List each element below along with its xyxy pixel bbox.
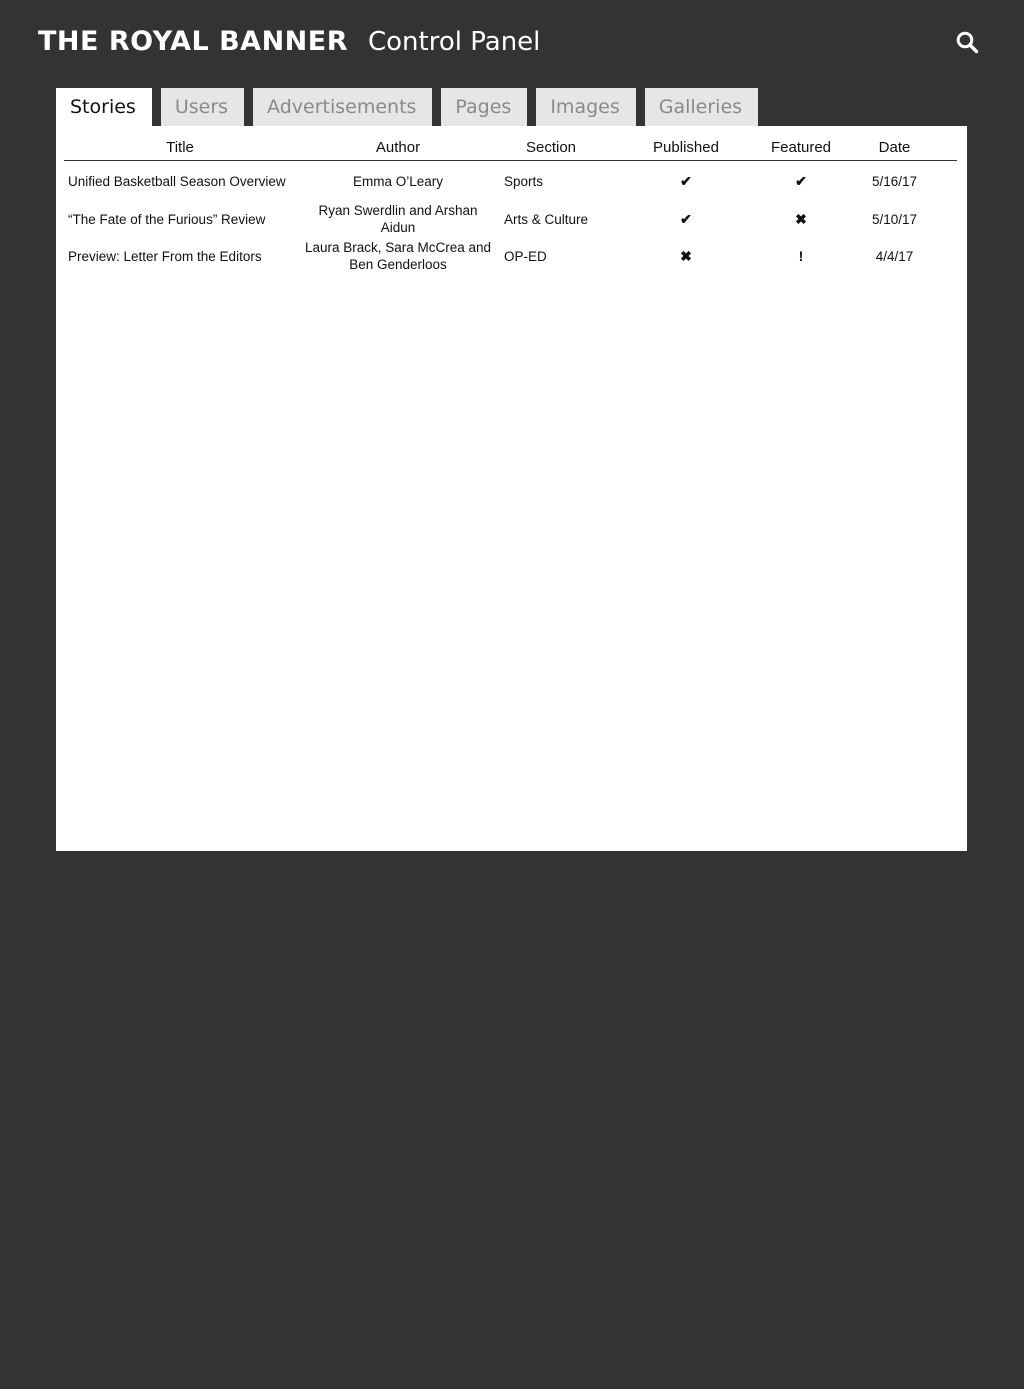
published-cell: ✔ [602,201,770,237]
tab-galleries[interactable]: Galleries [644,88,759,126]
story-date: 5/10/17 [871,211,918,227]
story-author: Laura Brack, Sara McCrea and Ben Genderl… [304,240,492,272]
column-header-featured[interactable]: Featured [770,134,832,161]
table-row[interactable]: Preview: Letter From the Editors Laura B… [64,237,957,275]
story-author: Emma O’Leary [352,173,444,189]
column-header-published[interactable]: Published [602,134,770,161]
story-section: Sports [504,173,544,189]
tab-users[interactable]: Users [160,88,245,126]
tab-bar: Stories Users Advertisements Pages Image… [56,88,767,126]
story-date: 4/4/17 [875,248,914,264]
story-date: 5/16/17 [871,173,918,189]
stories-table: Title Author Section Published Featured … [64,134,957,275]
column-header-author[interactable]: Author [296,134,500,161]
cross-icon[interactable]: ✖ [680,248,692,265]
check-icon[interactable]: ✔ [680,211,692,228]
featured-cell: ✖ [770,201,832,237]
tab-pages[interactable]: Pages [441,88,528,126]
table-header-row: Title Author Section Published Featured … [64,134,957,161]
story-title[interactable]: “The Fate of the Furious” Review [64,201,296,237]
page-title: Control Panel [368,27,541,57]
published-cell: ✔ [602,161,770,202]
featured-cell: ! [770,237,832,275]
exclamation-icon[interactable]: ! [799,248,804,265]
check-icon[interactable]: ✔ [795,173,807,190]
published-cell: ✖ [602,237,770,275]
story-section: OP-ED [504,248,547,264]
column-header-title[interactable]: Title [64,134,296,161]
search-icon[interactable] [955,30,979,54]
tab-advertisements[interactable]: Advertisements [253,88,433,126]
column-header-date[interactable]: Date [832,134,957,161]
tab-stories[interactable]: Stories [56,88,152,126]
tab-images[interactable]: Images [536,88,636,126]
top-bar: THE ROYAL BANNER Control Panel [0,0,1024,86]
table-row[interactable]: Unified Basketball Season Overview Emma … [64,161,957,202]
column-header-section[interactable]: Section [500,134,602,161]
check-icon[interactable]: ✔ [680,173,692,190]
story-author: Ryan Swerdlin and Arshan Aidun [318,203,478,235]
cross-icon[interactable]: ✖ [795,211,807,228]
table-row[interactable]: “The Fate of the Furious” Review Ryan Sw… [64,201,957,237]
story-title[interactable]: Preview: Letter From the Editors [64,237,296,275]
stories-panel: Title Author Section Published Featured … [56,126,967,851]
story-title[interactable]: Unified Basketball Season Overview [64,161,296,202]
featured-cell: ✔ [770,161,832,202]
story-section: Arts & Culture [504,211,589,227]
brand-logo[interactable]: THE ROYAL BANNER [38,24,348,60]
